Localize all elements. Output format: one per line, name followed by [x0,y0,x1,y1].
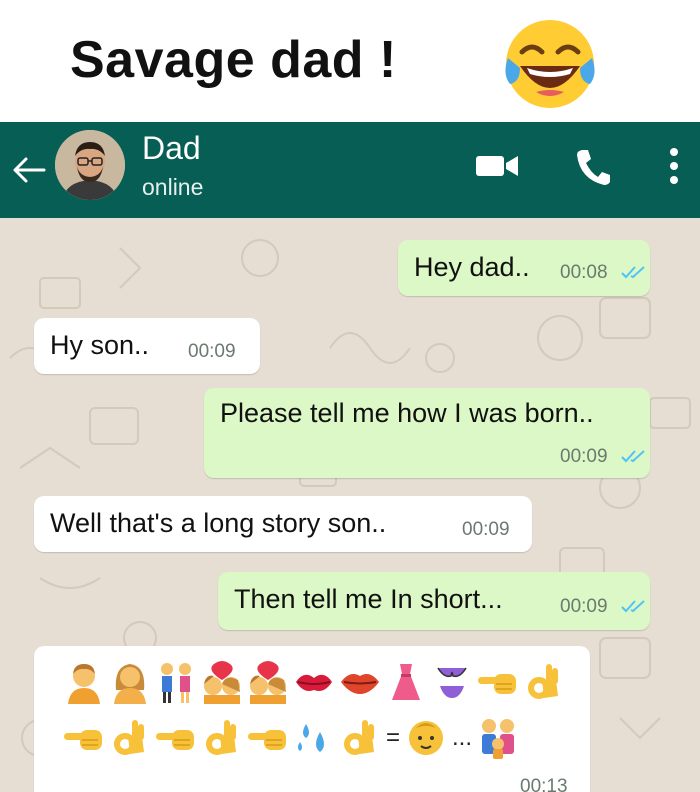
sweat-droplets-emoji-icon [292,716,336,760]
face-with-tears-of-joy-icon [500,12,600,112]
lips-emoji-icon [338,660,382,704]
chat-area[interactable]: Hey dad.. 00:08 Hy son.. 00:09 Please te… [0,218,700,792]
message-time: 00:09 [188,341,236,362]
emoji-line-1 [62,658,566,706]
ok-hand-emoji-icon [200,716,244,760]
message-bubble-incoming[interactable]: Well that's a long story son.. 00:09 [34,496,532,552]
woman-emoji-icon [108,660,152,704]
message-time: 00:13 [520,776,568,792]
meme-caption: Savage dad ! [0,0,700,122]
pointing-left-hand-emoji-icon [154,716,198,760]
contact-avatar[interactable] [55,130,125,200]
contact-name[interactable]: Dad [142,130,201,167]
back-arrow-icon[interactable] [12,156,46,184]
pointing-left-hand-emoji-icon [62,716,106,760]
equals-sign: = [386,724,401,751]
family-emoji-icon [476,716,520,760]
ellipsis: ... [452,724,473,751]
read-receipt-icon [621,450,645,463]
more-options-icon[interactable] [664,144,684,188]
message-bubble-outgoing[interactable]: Please tell me how I was born.. 00:09 [204,388,650,478]
message-time: 00:08 [560,262,608,283]
message-time: 00:09 [462,519,510,540]
read-receipt-icon [621,266,645,279]
couple-holding-hands-emoji-icon [154,660,198,704]
video-call-icon[interactable] [474,152,520,180]
kiss-couple-emoji-icon [200,660,244,704]
ok-hand-emoji-icon [522,660,566,704]
pointing-left-hand-emoji-icon [246,716,290,760]
pointing-left-hand-emoji-icon [476,660,520,704]
kiss-couple-emoji-icon [246,660,290,704]
baby-emoji-icon [404,716,448,760]
emoji-message-bubble[interactable]: = ... 00:13 [34,646,590,792]
message-time: 00:09 [560,596,608,617]
contact-status: online [142,174,204,200]
read-receipt-icon [621,600,645,613]
message-bubble-outgoing[interactable]: Hey dad.. 00:08 [398,240,650,296]
message-text: Well that's a long story son.. [50,508,387,538]
bikini-emoji-icon [430,660,474,704]
man-emoji-icon [62,660,106,704]
ok-hand-emoji-icon [108,716,152,760]
message-time: 00:09 [560,446,608,467]
ok-hand-emoji-icon [338,716,382,760]
dress-emoji-icon [384,660,428,704]
emoji-line-2: = ... [62,714,520,762]
phone-call-icon[interactable] [574,146,612,186]
kiss-mark-emoji-icon [292,660,336,704]
message-text: Hy son.. [50,330,150,360]
message-text: Please tell me how I was born.. [220,398,594,428]
message-bubble-outgoing[interactable]: Then tell me In short... 00:09 [218,572,650,630]
caption-title: Savage dad ! [70,31,397,89]
message-bubble-incoming[interactable]: Hy son.. 00:09 [34,318,260,374]
message-text: Hey dad.. [414,252,530,282]
message-text: Then tell me In short... [234,584,503,614]
